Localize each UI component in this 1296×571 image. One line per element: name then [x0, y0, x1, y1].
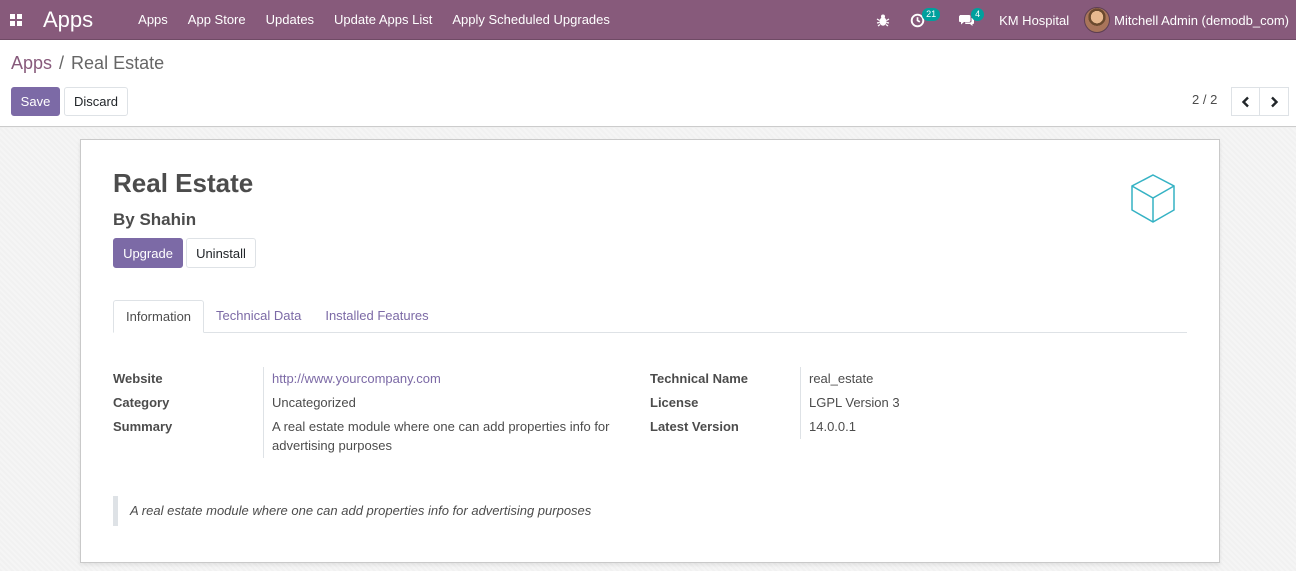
field-row-license: License LGPL Version 3 [650, 391, 1170, 415]
pager-next-button[interactable] [1260, 87, 1289, 116]
field-row-latest-version: Latest Version 14.0.0.1 [650, 415, 1170, 439]
menu-item-update-apps-list[interactable]: Update Apps List [324, 0, 442, 40]
tab-installed-features[interactable]: Installed Features [313, 300, 440, 333]
chevron-right-icon [1271, 96, 1279, 107]
field-label: Summary [113, 419, 173, 434]
messages-count-badge: 4 [971, 8, 985, 21]
field-label: Technical Name [650, 371, 749, 386]
module-author: By Shahin [113, 210, 197, 229]
save-button[interactable]: Save [11, 87, 60, 116]
pager-previous-button[interactable] [1231, 87, 1260, 116]
chevron-left-icon [1241, 96, 1249, 107]
main-menu: Apps App Store Updates Update Apps List … [128, 0, 620, 40]
field-label: Category [113, 395, 170, 410]
discard-button[interactable]: Discard [64, 87, 128, 116]
field-row-website: Website http://www.yourcompany.com [113, 367, 633, 391]
control-panel: Apps / Real Estate Save Discard 2 / 2 [0, 40, 1296, 127]
app-brand[interactable]: Apps [43, 7, 93, 33]
company-switcher[interactable]: KM Hospital [985, 13, 1084, 28]
grid-icon[interactable] [0, 0, 22, 40]
notebook-tabs: Information Technical Data Installed Fea… [113, 300, 1187, 333]
activities-count-badge: 21 [922, 8, 941, 21]
field-row-summary: Summary A real estate module where one c… [113, 415, 633, 458]
user-menu[interactable]: Mitchell Admin (demodb_com) [1084, 7, 1296, 33]
field-label: License [650, 395, 699, 410]
bug-icon[interactable] [866, 0, 900, 40]
user-name: Mitchell Admin (demodb_com) [1114, 12, 1289, 28]
field-value: 14.0.0.1 [800, 415, 1100, 439]
module-description: A real estate module where one can add p… [113, 496, 713, 526]
field-value: Uncategorized [263, 391, 623, 415]
field-label: Latest Version [650, 419, 739, 434]
cube-icon [1129, 173, 1177, 228]
module-name: Real Estate [113, 168, 254, 198]
avatar [1084, 7, 1111, 33]
upgrade-button[interactable]: Upgrade [113, 238, 183, 268]
pager-buttons [1231, 87, 1289, 116]
breadcrumb: Apps / Real Estate [11, 53, 164, 74]
menu-item-apply-scheduled-upgrades[interactable]: Apply Scheduled Upgrades [442, 0, 620, 40]
breadcrumb-separator: / [59, 53, 65, 73]
menu-item-app-store[interactable]: App Store [178, 0, 256, 40]
tab-information[interactable]: Information [113, 300, 205, 333]
tab-technical-data[interactable]: Technical Data [204, 300, 313, 333]
field-row-technical-name: Technical Name real_estate [650, 367, 1170, 391]
field-value: A real estate module where one can add p… [263, 415, 623, 458]
messages-button[interactable]: 4 [949, 0, 985, 40]
breadcrumb-current: Real Estate [71, 53, 165, 73]
field-label: Website [113, 371, 163, 386]
info-group-right: Technical Name real_estate License LGPL … [650, 367, 1170, 439]
menu-item-updates[interactable]: Updates [256, 0, 324, 40]
navbar-systray: 21 4 KM Hospital Mitchell Admin (demodb_… [866, 0, 1296, 40]
top-navbar: Apps Apps App Store Updates Update Apps … [0, 0, 1296, 40]
website-link[interactable]: http://www.yourcompany.com [263, 367, 623, 391]
field-value: LGPL Version 3 [800, 391, 1100, 415]
form-sheet: Real Estate By Shahin Upgrade Uninstall … [80, 139, 1220, 563]
menu-item-apps[interactable]: Apps [128, 0, 178, 40]
field-value: real_estate [800, 367, 1100, 391]
activities-button[interactable]: 21 [900, 0, 941, 40]
field-row-category: Category Uncategorized [113, 391, 633, 415]
uninstall-button[interactable]: Uninstall [186, 238, 256, 268]
breadcrumb-parent-link[interactable]: Apps [11, 53, 52, 74]
info-group-left: Website http://www.yourcompany.com Categ… [113, 367, 633, 458]
pager-value[interactable]: 2 / 2 [1192, 92, 1217, 107]
